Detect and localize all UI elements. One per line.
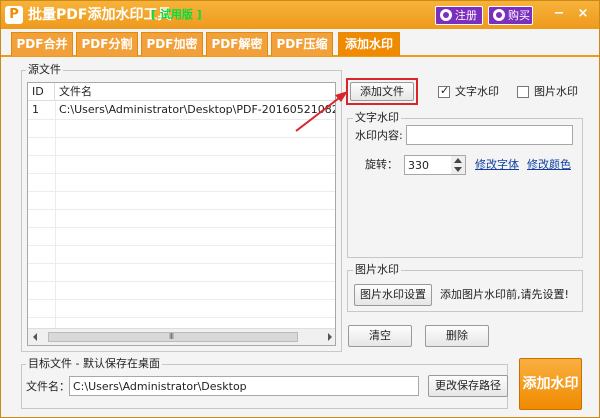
row-divider [28,155,335,156]
app-window: P 批量PDF添加水印工具 [ 试用版 ] 注册 购买 − × PDF合并 PD… [0,0,600,418]
add-file-highlight: 添加文件 [346,78,418,105]
buy-label: 购买 [508,9,530,22]
row-divider [28,209,335,210]
file-list[interactable]: ID 文件名 1 C:\Users\Administrator\Desktop\… [27,82,336,346]
scroll-left-icon[interactable] [33,333,37,341]
target-path-input[interactable] [69,376,419,396]
row-divider [28,137,335,138]
row-divider [28,281,335,282]
tab-pdf-split[interactable]: PDF分割 [76,32,138,56]
buy-button[interactable]: 购买 [488,6,533,25]
target-filename-label: 文件名： [26,380,70,393]
column-divider [55,101,56,329]
title-bar: P 批量PDF添加水印工具 [ 试用版 ] 注册 购买 − × [1,1,599,29]
tab-pdf-decrypt[interactable]: PDF解密 [206,32,268,56]
rotate-label: 旋转： [365,158,398,171]
annotation-arrow-icon [295,91,348,132]
tab-add-watermark[interactable]: 添加水印 [338,32,400,56]
horizontal-scrollbar[interactable]: III [28,328,335,345]
text-watermark-label: 文字水印 [455,85,499,98]
tab-pdf-encrypt[interactable]: PDF加密 [141,32,203,56]
add-watermark-button[interactable]: 添加水印 [519,358,582,410]
target-file-group-title: 目标文件 - 默认保存在桌面 [26,357,162,370]
clear-button[interactable]: 清空 [348,325,412,347]
row-divider [28,263,335,264]
register-button[interactable]: 注册 [435,6,483,25]
row-divider [28,299,335,300]
scroll-right-icon[interactable] [328,333,332,341]
spin-up-icon[interactable] [454,158,462,163]
arrow-shaft [295,94,344,132]
image-watermark-checkbox[interactable] [517,86,529,98]
rotate-stepper[interactable] [451,155,466,175]
spin-down-icon[interactable] [454,167,462,172]
row-divider [28,245,335,246]
trial-badge: [ 试用版 ] [151,8,202,21]
row-divider [28,317,335,318]
rotate-input[interactable] [404,155,452,175]
minimize-button[interactable]: − [551,7,567,23]
column-header-id[interactable]: ID [28,83,55,101]
text-watermark-checkbox[interactable] [438,84,450,98]
change-save-path-button[interactable]: 更改保存路径 [428,375,508,397]
watermark-content-label: 水印内容: [355,129,403,142]
row-divider [28,119,335,120]
file-list-header: ID 文件名 [28,83,335,101]
row-divider [28,173,335,174]
user-icon [440,9,452,21]
source-files-title: 源文件 [26,63,63,76]
window-title: 批量PDF添加水印工具 [28,7,172,23]
scroll-grip-icon: III [169,332,174,341]
change-color-link[interactable]: 修改颜色 [527,158,571,172]
add-file-button[interactable]: 添加文件 [350,82,414,101]
image-watermark-label: 图片水印 [534,85,578,98]
change-font-link[interactable]: 修改字体 [475,158,519,172]
tab-bar: PDF合并 PDF分割 PDF加密 PDF解密 PDF压缩 添加水印 [1,29,599,57]
tab-pdf-compress[interactable]: PDF压缩 [271,32,333,56]
close-button[interactable]: × [575,7,591,23]
text-watermark-group-title: 文字水印 [353,111,401,124]
row-divider [28,191,335,192]
image-watermark-group-title: 图片水印 [353,263,401,276]
register-label: 注册 [455,9,477,22]
image-watermark-hint: 添加图片水印前,请先设置! [440,288,569,301]
cart-icon [493,9,505,21]
tab-pdf-merge[interactable]: PDF合并 [11,32,73,56]
row-id: 1 [32,103,39,116]
image-watermark-settings-button[interactable]: 图片水印设置 [354,284,432,306]
app-logo-icon: P [5,6,23,24]
row-divider [28,227,335,228]
watermark-content-input[interactable] [406,125,573,145]
delete-button[interactable]: 删除 [425,325,489,347]
